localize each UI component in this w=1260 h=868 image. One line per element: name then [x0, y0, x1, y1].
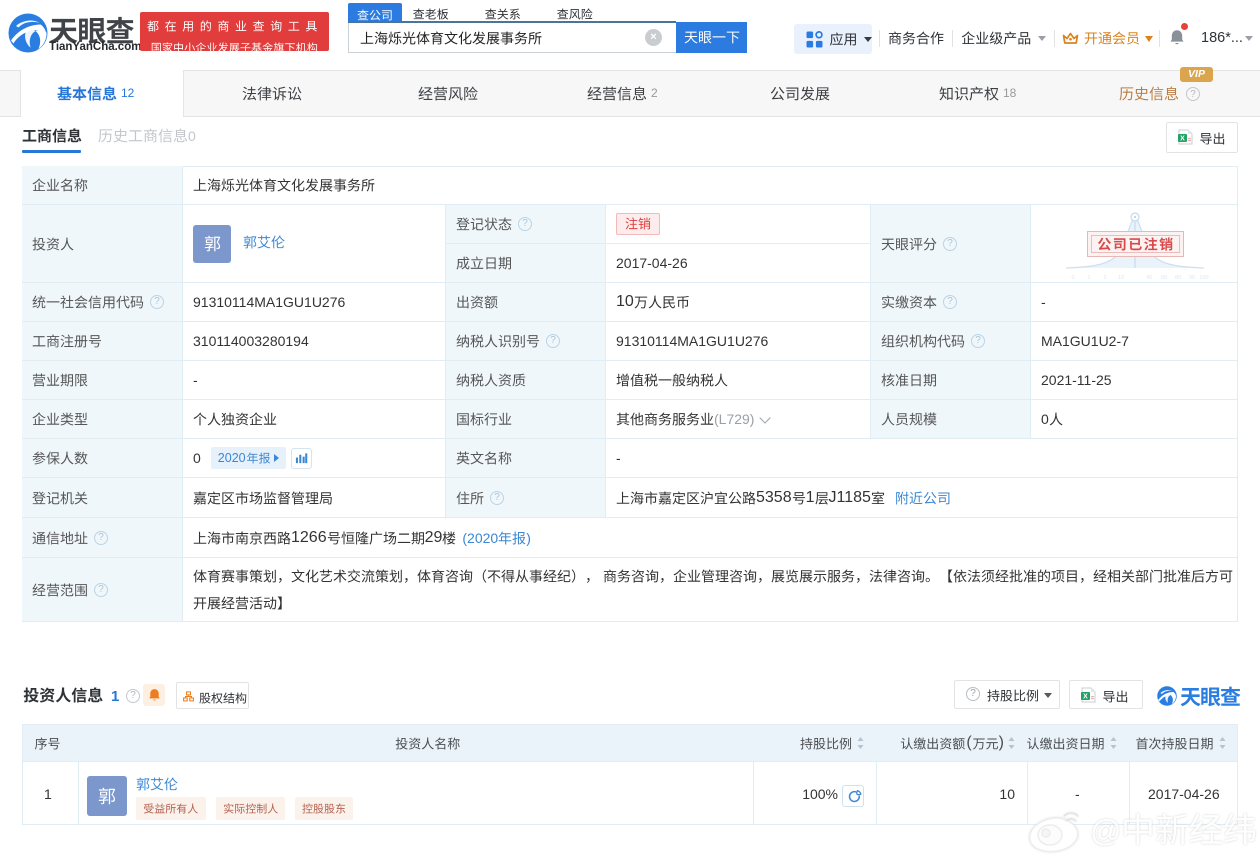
- svg-text:1: 1: [1087, 275, 1090, 281]
- svg-text:60: 60: [1161, 275, 1167, 281]
- svg-text:0: 0: [1071, 275, 1074, 281]
- svg-text:10: 10: [1118, 275, 1124, 281]
- svg-text:90: 90: [1189, 275, 1195, 281]
- svg-text:100: 100: [1199, 275, 1208, 281]
- svg-text:40: 40: [1146, 275, 1152, 281]
- svg-text:X: X: [1180, 136, 1185, 143]
- svg-text:80: 80: [1175, 275, 1181, 281]
- svg-text:2: 2: [1103, 275, 1106, 281]
- svg-text:X: X: [1083, 694, 1088, 701]
